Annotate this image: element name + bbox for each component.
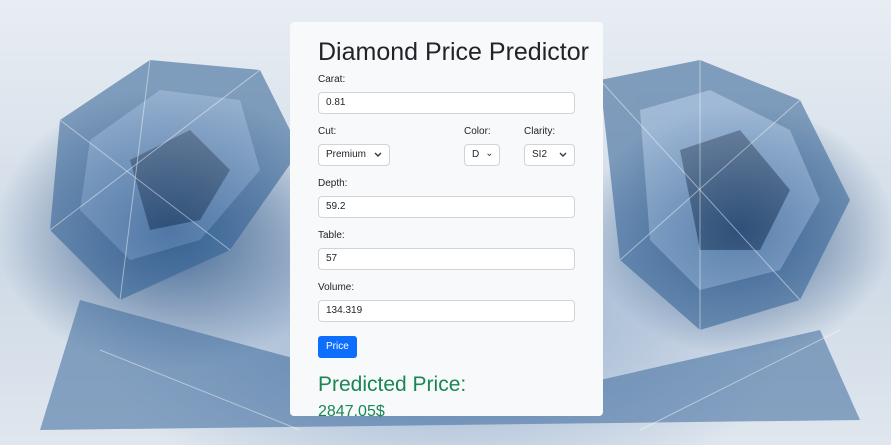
clarity-select-value: SI2: [532, 149, 548, 160]
predicted-price-value: 2847.05$: [318, 403, 385, 420]
color-select-value: D: [472, 149, 480, 160]
volume-input[interactable]: 134.319: [318, 300, 575, 322]
chevron-down-icon: [559, 152, 567, 157]
carat-input[interactable]: 0.81: [318, 92, 575, 114]
volume-field-group: Volume: 134.319: [318, 282, 575, 322]
clarity-select[interactable]: SI2: [524, 144, 575, 166]
table-field-group: Table: 57: [318, 230, 575, 270]
price-button[interactable]: Price: [318, 336, 357, 358]
chevron-down-icon: [487, 153, 492, 157]
chevron-down-icon: [374, 152, 382, 157]
depth-label: Depth:: [318, 178, 348, 189]
table-label: Table:: [318, 230, 345, 241]
cut-label: Cut:: [318, 126, 337, 137]
color-label: Color:: [464, 126, 491, 137]
predictor-card: Diamond Price Predictor Carat: 0.81 Cut:…: [290, 22, 603, 420]
carat-label: Carat:: [318, 74, 346, 85]
clarity-field-group: Clarity: SI2: [524, 126, 575, 166]
carat-field-group: Carat: 0.81: [318, 74, 575, 114]
depth-field-group: Depth: 59.2: [318, 178, 575, 218]
volume-label: Volume:: [318, 282, 355, 293]
clarity-label: Clarity:: [524, 126, 556, 137]
table-input[interactable]: 57: [318, 248, 575, 270]
cut-field-group: Cut: Premium: [318, 126, 390, 166]
depth-input[interactable]: 59.2: [318, 196, 575, 218]
predicted-price-heading: Predicted Price:: [318, 373, 467, 396]
color-select[interactable]: D: [464, 144, 500, 166]
select-row: Cut: Premium Color: D Clarity: SI2: [318, 126, 575, 166]
cut-select-value: Premium: [326, 149, 367, 160]
page-title: Diamond Price Predictor: [318, 38, 589, 66]
color-field-group: Color: D: [464, 126, 500, 166]
cut-select[interactable]: Premium: [318, 144, 390, 166]
